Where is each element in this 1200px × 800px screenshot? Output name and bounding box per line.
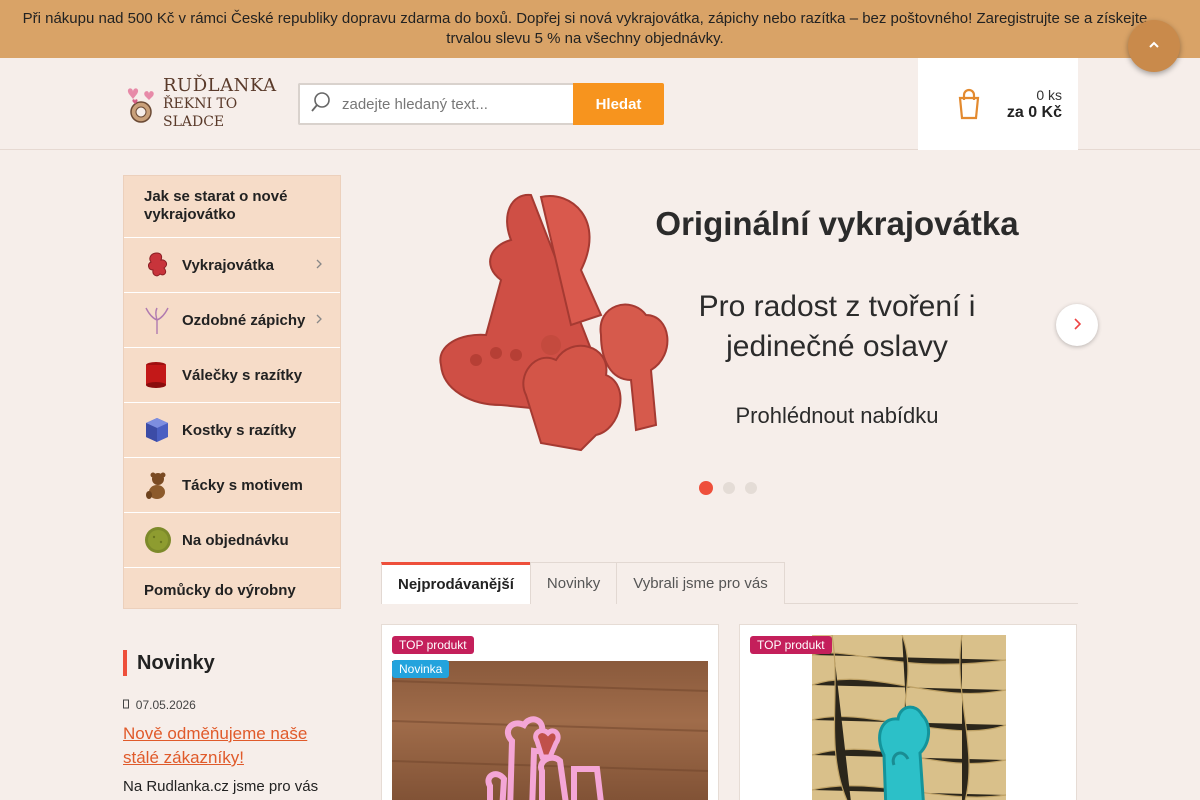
sidebar-item-label: Tácky s motivem [182, 476, 303, 494]
search-icon [310, 91, 332, 118]
badge-top-product: TOP produkt [392, 636, 474, 654]
tab-nejprodavanejsi[interactable]: Nejprodávanější [381, 562, 531, 604]
chevron-right-icon [316, 314, 322, 327]
sidebar-item-label: Válečky s razítky [182, 366, 303, 384]
slide-subtitle: Pro radost z tvoření i jedinečné oslavy [698, 290, 976, 363]
sidebar-item-kostky[interactable]: Kostky s razítky [124, 403, 340, 458]
custom-order-icon [144, 526, 171, 554]
search-field [298, 83, 573, 125]
slide-title: Originální vykrajovátka [655, 205, 1019, 242]
product-image[interactable] [812, 635, 1006, 800]
search-input[interactable] [342, 95, 562, 113]
hero-slider: Originální vykrajovátka Pro radost z tvo… [381, 175, 1098, 505]
chevron-right-icon [1073, 317, 1082, 333]
cube-icon [144, 416, 170, 444]
search-button[interactable]: Hledat [573, 83, 664, 125]
news-date-text: 07.05.2026 [135, 698, 196, 712]
slide-cta-link[interactable]: Prohlédnout nabídku [667, 403, 1007, 429]
product-card[interactable]: TOP produkt [739, 624, 1077, 800]
sidebar-item-label: Ozdobné zápichy [182, 311, 306, 329]
roller-icon [144, 361, 170, 389]
sidebar-item-na-objednavku[interactable]: Na objednávku [124, 513, 340, 568]
logo-icon [123, 84, 161, 124]
tab-novinky[interactable]: Novinky [529, 562, 618, 604]
promo-text: Při nákupu nad 500 Kč v rámci České repu… [22, 10, 1148, 47]
slider-dots [699, 481, 757, 495]
promo-banner: Při nákupu nad 500 Kč v rámci České repu… [0, 0, 1200, 58]
news-section: Novinky 07.05.2026 Nově odměňujeme naše … [123, 650, 341, 795]
pick-icon [144, 306, 170, 334]
news-link[interactable]: Nově odměňujeme naše stálé zákazníky! [123, 722, 341, 770]
logo-subtitle: ŘEKNI TO SLADCE [163, 96, 238, 130]
sidebar-item-label: Vykrajovátka [182, 256, 275, 274]
product-tabs: Nejprodávanější Novinky Vybrali jsme pro… [381, 562, 1078, 604]
product-image[interactable] [392, 661, 708, 800]
cart-summary[interactable]: 0 ks za 0 Kč [918, 58, 1078, 150]
sidebar-item-valecky[interactable]: Válečky s razítky [124, 348, 340, 403]
sidebar-item-label: Jak se starat o nové vykrajovátko [144, 188, 288, 223]
category-sidebar: Jak se starat o nové vykrajovátko Vykraj… [123, 175, 341, 609]
news-heading: Novinky [123, 650, 341, 676]
site-header: RUĎLANKA ŘEKNI TO SLADCE Hledat 0 ks za … [0, 58, 1200, 150]
sidebar-item-tacky[interactable]: Tácky s motivem [124, 458, 340, 513]
promo-toggle-button[interactable] [1128, 20, 1180, 72]
chevron-icon [1147, 36, 1161, 57]
slider-dot[interactable] [745, 482, 757, 494]
tab-vybrali-jsme[interactable]: Vybrali jsme pro vás [616, 562, 785, 604]
slider-next-button[interactable] [1056, 304, 1098, 346]
badge-new: Novinka [392, 660, 450, 678]
cart-icon [956, 88, 982, 120]
chevron-right-icon [316, 259, 322, 272]
product-card[interactable]: TOP produkt Novinka [381, 624, 719, 800]
coaster-icon [144, 471, 170, 499]
news-date: 07.05.2026 [123, 698, 341, 712]
cart-count: 0 ks [1036, 87, 1062, 103]
logo-title: RUĎLANKA [163, 75, 277, 96]
sidebar-item-vykrajovatka[interactable]: Vykrajovátka [124, 238, 340, 293]
sidebar-item-care-guide[interactable]: Jak se starat o nové vykrajovátko [124, 176, 340, 238]
cookie-cutter-icon [144, 251, 170, 279]
badge-top-product: TOP produkt [750, 636, 832, 654]
logo[interactable]: RUĎLANKA ŘEKNI TO SLADCE [123, 77, 283, 130]
sidebar-item-pomucky[interactable]: Pomůcky do výrobny [124, 568, 340, 612]
slider-dot[interactable] [699, 481, 713, 495]
search-form: Hledat [298, 83, 664, 125]
sidebar-item-label: Kostky s razítky [182, 421, 297, 439]
sidebar-item-label: Na objednávku [182, 531, 289, 549]
news-excerpt: Na Rudlanka.cz jsme pro vás [123, 778, 319, 795]
sidebar-item-ozdobne-zapichy[interactable]: Ozdobné zápichy [124, 293, 340, 348]
slider-dot[interactable] [723, 482, 735, 494]
cart-price: za 0 Kč [1006, 104, 1062, 121]
calendar-icon [123, 699, 132, 712]
sidebar-item-label: Pomůcky do výrobny [144, 581, 296, 599]
